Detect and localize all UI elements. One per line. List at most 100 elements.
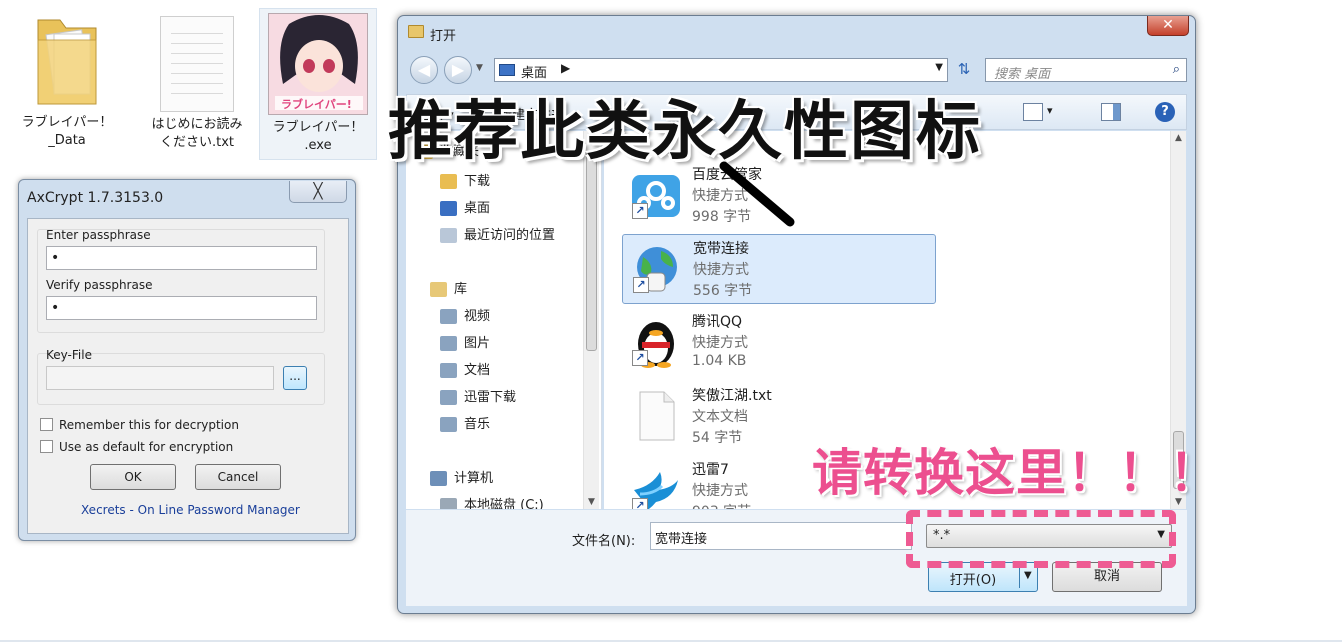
help-icon[interactable]: ? xyxy=(1155,102,1175,122)
filename-label: 文件名(N): xyxy=(572,534,636,549)
folder-icon xyxy=(32,10,102,110)
nav-item-label: 音乐 xyxy=(464,417,491,432)
network-globe-icon: ↗ xyxy=(631,243,683,295)
address-bar[interactable]: 桌面 ▶ ▼ xyxy=(494,58,948,82)
nav-item-downloads[interactable]: 下载 xyxy=(440,173,491,191)
music-library-icon xyxy=(440,417,457,432)
file-type: 文本文档 xyxy=(692,409,748,425)
scroll-up-arrow[interactable]: ▲ xyxy=(1171,133,1186,143)
nav-item-thunder-downloads[interactable]: 迅雷下载 xyxy=(440,389,517,407)
qq-penguin-icon: ↗ xyxy=(630,316,682,368)
picture-library-icon xyxy=(440,336,457,351)
view-dropdown[interactable]: ▾ xyxy=(1047,104,1053,117)
xecrets-link[interactable]: Xecrets - On Line Password Manager xyxy=(81,503,300,517)
file-name: 宽带连接 xyxy=(693,241,749,257)
nav-item-label: 最近访问的位置 xyxy=(464,228,556,243)
search-icon: ⌕ xyxy=(1172,62,1180,77)
filename-input[interactable]: 宽带连接 xyxy=(650,522,912,550)
computer-icon xyxy=(430,471,447,486)
library-icon xyxy=(430,282,447,297)
refresh-button[interactable]: ⇅ xyxy=(952,58,976,82)
keyfile-browse-button[interactable]: ... xyxy=(283,366,307,390)
enter-passphrase-label: Enter passphrase xyxy=(46,228,151,242)
shortcut-arrow-icon: ↗ xyxy=(632,203,648,219)
desktop-icon-label: .exe xyxy=(304,138,332,153)
default-encryption-label: Use as default for encryption xyxy=(59,440,234,454)
file-size: 556 字节 xyxy=(693,283,753,299)
remember-label: Remember this for decryption xyxy=(59,418,239,432)
file-item[interactable]: ↗ 腾讯QQ 快捷方式 1.04 KB xyxy=(622,308,936,378)
drive-icon xyxy=(440,498,457,509)
annotation-dashed-highlight xyxy=(906,510,1176,568)
file-name: 迅雷7 xyxy=(692,462,729,478)
file-name: 腾讯QQ xyxy=(692,314,743,330)
desktop-icon-exe[interactable]: ラブレイパー! ラブレイパー！ .exe xyxy=(259,8,377,160)
nav-item-documents[interactable]: 文档 xyxy=(440,362,490,380)
recent-pages-dropdown[interactable]: ▼ xyxy=(476,63,483,73)
desktop-icon-label: _Data xyxy=(48,133,86,148)
nav-scrollbar[interactable]: ▲ ▼ xyxy=(583,131,599,509)
desktop-icon xyxy=(440,201,457,216)
dialog-close-button[interactable]: ✕ xyxy=(1147,16,1189,36)
search-input[interactable]: 搜索 桌面 ⌕ xyxy=(985,58,1187,82)
address-text: 桌面 xyxy=(521,66,548,81)
scroll-down-arrow[interactable]: ▼ xyxy=(584,497,599,507)
axcrypt-body: Enter passphrase • Verify passphrase • K… xyxy=(27,218,349,534)
nav-item-label: 迅雷下载 xyxy=(464,390,517,405)
annotation-arrow xyxy=(719,161,795,227)
nav-item-label: 本地磁盘 (C:) xyxy=(464,498,544,509)
desktop-icon-label: ラブレイパー！ xyxy=(21,115,113,130)
nav-item-pictures[interactable]: 图片 xyxy=(440,335,490,353)
download-library-icon xyxy=(440,390,457,405)
nav-item-recent[interactable]: 最近访问的位置 xyxy=(440,227,556,245)
shortcut-arrow-icon: ↗ xyxy=(633,277,649,293)
anime-exe-icon: ラブレイパー! xyxy=(268,13,368,115)
open-button-label: 打开(O) xyxy=(949,573,997,588)
preview-pane-icon[interactable] xyxy=(1101,103,1121,121)
nav-item-computer[interactable]: 计算机 xyxy=(430,470,494,488)
text-file-icon xyxy=(160,16,234,112)
svg-text:ラブレイパー!: ラブレイパー! xyxy=(281,97,352,111)
nav-item-music[interactable]: 音乐 xyxy=(440,416,491,434)
view-options-icon[interactable] xyxy=(1023,103,1043,121)
file-type: 快捷方式 xyxy=(693,262,749,278)
desktop-icon xyxy=(499,64,515,76)
file-size: 903 字节 xyxy=(692,501,751,509)
file-type: 快捷方式 xyxy=(692,335,748,351)
chevron-down-icon[interactable]: ▼ xyxy=(935,62,943,73)
dialog-title: 打开 xyxy=(430,29,457,44)
file-type: 快捷方式 xyxy=(692,483,748,499)
verify-passphrase-input[interactable]: • xyxy=(46,296,317,320)
enter-passphrase-input[interactable]: • xyxy=(46,246,317,270)
nav-item-label: 下载 xyxy=(464,174,491,189)
nav-item-label: 计算机 xyxy=(454,471,494,486)
remember-checkbox[interactable] xyxy=(40,418,53,431)
nav-item-videos[interactable]: 视频 xyxy=(440,308,491,326)
nav-item-desktop[interactable]: 桌面 xyxy=(440,200,490,218)
ok-button[interactable]: OK xyxy=(90,464,176,490)
text-document-icon xyxy=(630,390,682,442)
axcrypt-dialog: AxCrypt 1.7.3153.0 ╳ Enter passphrase • … xyxy=(18,179,356,541)
nav-item-libraries[interactable]: 库 xyxy=(430,281,467,299)
desktop-icon-data-folder[interactable]: ラブレイパー！ _Data xyxy=(8,10,126,150)
cancel-button[interactable]: Cancel xyxy=(195,464,281,490)
scroll-thumb[interactable] xyxy=(586,151,597,351)
annotation-main-text: 推荐此类永久性图标 xyxy=(388,95,982,169)
file-item[interactable]: ↗ 宽带连接 快捷方式 556 字节 xyxy=(622,234,936,304)
annotation-pink-text: 请转换这里！！！ xyxy=(812,444,1220,502)
nav-item-local-disk[interactable]: 本地磁盘 (C:) xyxy=(440,497,544,509)
desktop-icon-readme-txt[interactable]: はじめにお読み ください.txt xyxy=(138,10,256,152)
nav-item-label: 视频 xyxy=(464,309,491,324)
keyfile-input[interactable] xyxy=(46,366,274,390)
file-name: 笑傲江湖.txt xyxy=(692,388,772,404)
chevron-down-icon[interactable]: ▼ xyxy=(1024,570,1032,581)
chevron-right-icon[interactable]: ▶ xyxy=(561,61,570,75)
downloads-folder-icon xyxy=(440,174,457,189)
document-library-icon xyxy=(440,363,457,378)
axcrypt-close-button[interactable]: ╳ xyxy=(289,181,347,203)
default-encryption-checkbox[interactable] xyxy=(40,440,53,453)
desktop-icon-label: はじめにお読み xyxy=(151,117,243,132)
navigation-pane: 收藏夹 下载 桌面 最近访问的位置 库 视频 图片 文档 迅雷下载 音乐 计算机… xyxy=(406,131,602,509)
file-size: 54 字节 xyxy=(692,430,743,446)
desktop-icon-label: ラブレイパー！ xyxy=(272,120,364,135)
